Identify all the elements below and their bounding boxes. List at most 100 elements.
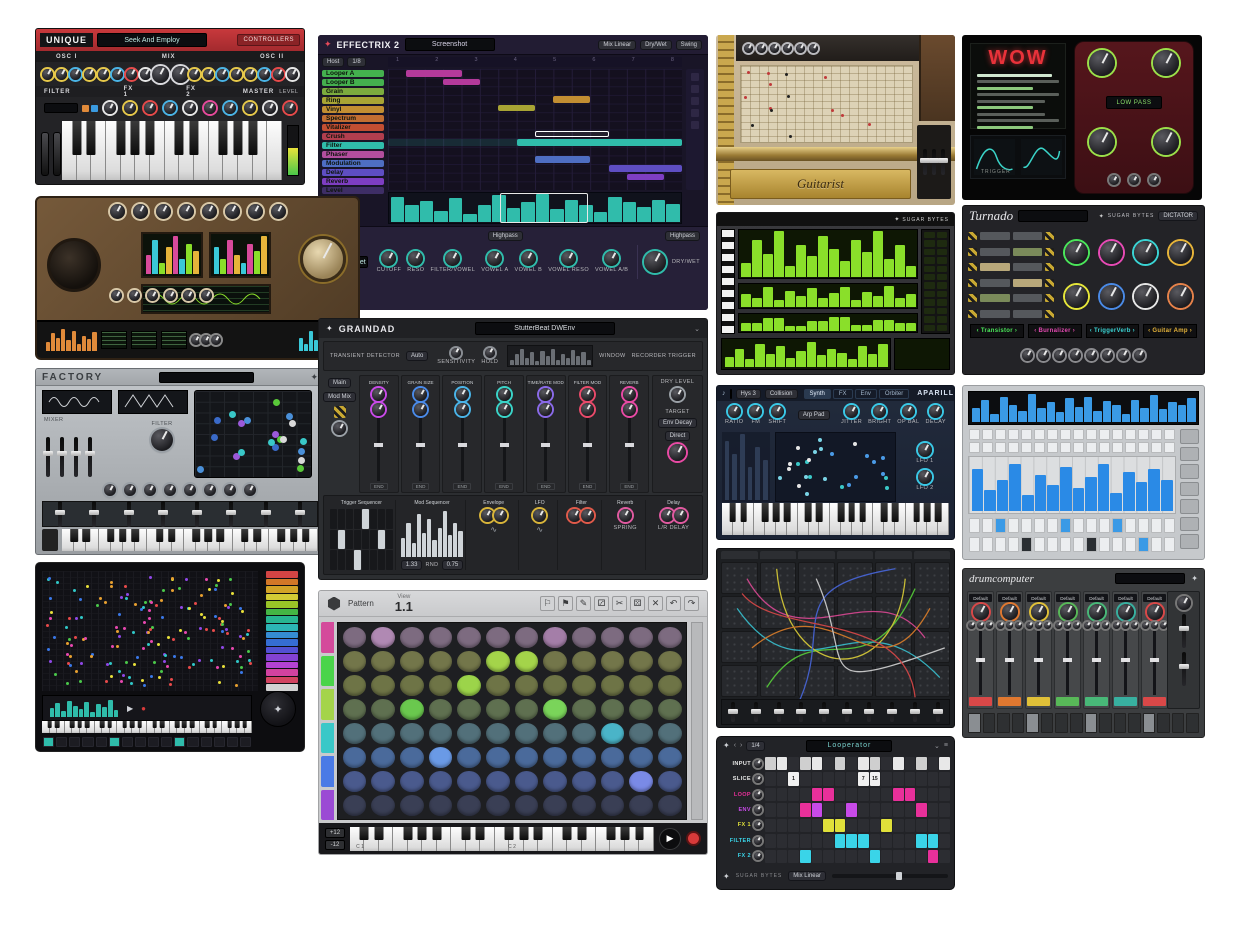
step-cell[interactable] [1112,537,1123,552]
repeat-item[interactable] [1045,263,1054,271]
master-knob[interactable] [1177,596,1191,610]
step-cell[interactable] [777,788,788,801]
step-cell[interactable] [1099,429,1110,440]
knob[interactable] [189,69,200,80]
pitch-circle[interactable] [400,627,424,648]
step-cell[interactable] [227,737,238,747]
channel-pad[interactable] [1027,697,1050,706]
step-cell[interactable] [1086,537,1097,552]
step-cell[interactable] [835,772,846,785]
repeat-item[interactable] [338,530,345,550]
sequencer-block[interactable] [443,79,480,86]
knob[interactable] [977,622,984,629]
color-swatch[interactable] [266,586,298,593]
pitch-circle[interactable] [629,795,653,816]
collision-select[interactable]: Collision [765,389,798,399]
knob[interactable] [1153,50,1179,76]
toolbar-icon[interactable]: ✂ [612,596,627,611]
step-cell[interactable] [916,772,927,785]
piano-black-key[interactable] [805,503,812,522]
repeat-item[interactable] [977,80,1059,83]
piano-black-key[interactable] [935,503,942,522]
knob-vowel-a-b[interactable] [604,251,619,266]
step-cell[interactable] [939,803,950,816]
repeat-item[interactable] [980,310,1010,318]
repeat-item[interactable] [721,665,758,697]
pitch-circle[interactable] [515,651,539,672]
color-swatch[interactable] [266,609,298,616]
piano-black-key[interactable] [248,121,257,155]
repeat-item[interactable] [914,551,951,559]
step-cell[interactable] [1099,442,1110,453]
step-cell[interactable] [928,819,939,832]
step-cell[interactable] [1073,537,1084,552]
knob[interactable] [1109,175,1119,185]
piano-black-key[interactable] [740,503,747,522]
row-knob[interactable] [754,760,762,768]
step-cell[interactable] [777,772,788,785]
mix-mode-select[interactable]: Mix Linear [598,40,636,50]
piano-black-key[interactable] [505,827,514,841]
piano-black-key[interactable] [55,721,60,728]
step-cell[interactable] [135,737,146,747]
sequencer-block[interactable] [535,131,609,138]
piano-black-key[interactable] [519,827,528,841]
knob-vowel-b[interactable] [521,251,536,266]
transpose-down-button[interactable]: -12 [325,840,345,850]
knob[interactable] [284,102,296,114]
pitch-circle[interactable] [457,771,481,792]
mod-matrix-pad[interactable] [194,390,312,478]
knob[interactable] [1153,129,1179,155]
arp-pad-select[interactable]: Arp Pad [798,410,830,420]
repeat-item[interactable] [691,97,699,105]
pitch-circle[interactable] [343,771,367,792]
piano-black-key[interactable] [72,121,81,155]
step-cell[interactable] [1073,429,1084,440]
pitch-circle[interactable] [457,699,481,720]
step-cell[interactable] [1086,429,1097,440]
wobble-wheel[interactable] [47,238,101,292]
pitch-lane[interactable] [738,229,918,279]
step-cell[interactable] [1164,429,1175,440]
toolbar-icon[interactable]: 2 [435,57,438,67]
note-dot-grid[interactable] [42,571,258,691]
knob[interactable] [581,403,594,416]
step-cell[interactable] [812,788,823,801]
knob[interactable] [1006,622,1013,629]
step-cell[interactable] [1021,537,1032,552]
preset-display[interactable] [159,372,254,383]
chevron-left-icon[interactable]: ‹ [734,742,736,749]
step-cell[interactable] [846,772,857,785]
knob[interactable] [1169,285,1192,308]
column-fader[interactable] [419,418,422,481]
env-decay-option[interactable]: Env Decay [658,418,697,428]
step-cell[interactable] [765,850,776,863]
repeat-item[interactable] [378,509,385,529]
pitch-circle[interactable] [515,747,539,768]
step-cell[interactable] [1012,713,1025,733]
pitch-circle[interactable] [457,651,481,672]
repeat-item[interactable] [837,631,874,663]
sequencer-block[interactable] [517,139,682,146]
master-knob[interactable] [300,236,346,282]
color-swatch[interactable] [266,594,298,601]
sequencer-block[interactable] [609,165,683,172]
tab-env[interactable]: Env [855,389,877,399]
step-cell[interactable] [1008,537,1019,552]
fader[interactable] [777,702,781,722]
piano-black-key[interactable] [77,721,82,728]
pitch-circle[interactable] [400,675,424,696]
repeat-item[interactable] [691,73,699,81]
channel-knob[interactable] [1147,604,1163,620]
sequencer-block[interactable] [553,96,590,103]
piano-black-key[interactable] [374,827,383,841]
toolbar-icon[interactable]: 7 [632,57,635,67]
knob[interactable] [1131,622,1138,629]
filter-type-display[interactable]: LOW PASS [1106,96,1162,109]
pitch-circle[interactable] [543,651,567,672]
repeat-item[interactable] [968,232,977,240]
pitch-circle[interactable] [343,675,367,696]
knob[interactable] [225,204,240,219]
channel-preset-display[interactable]: Default [1027,594,1050,602]
repeat-item[interactable] [1045,248,1054,256]
